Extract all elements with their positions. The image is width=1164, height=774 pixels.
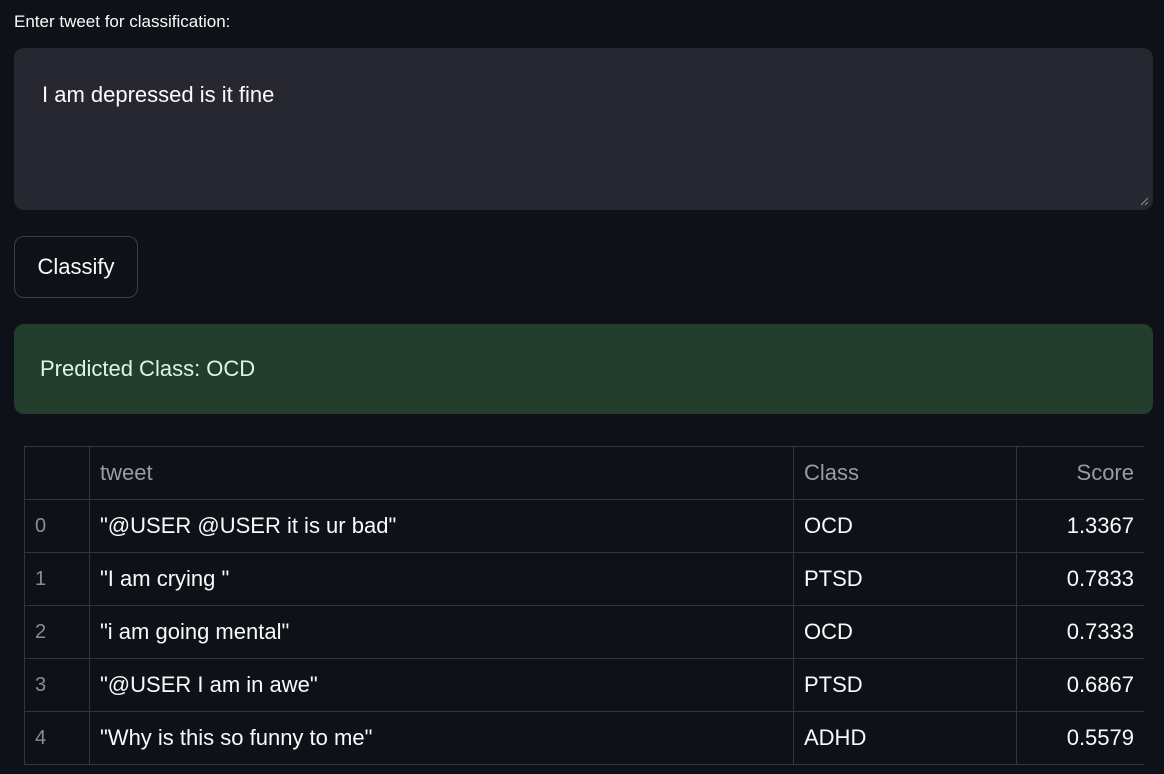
table-row[interactable]: 0 "@USER @USER it is ur bad" OCD 1.3367 (24, 499, 1144, 553)
results-table: tweet Class Score 0 "@USER @USER it is u… (24, 446, 1144, 765)
table-header-row: tweet Class Score (24, 446, 1144, 500)
row-index: 1 (24, 552, 90, 606)
header-class[interactable]: Class (793, 446, 1017, 500)
row-index: 0 (24, 499, 90, 553)
tweet-input-label: Enter tweet for classification: (14, 12, 231, 31)
resize-grip-icon[interactable] (1139, 196, 1149, 206)
results-table-container[interactable]: tweet Class Score 0 "@USER @USER it is u… (24, 446, 1144, 774)
row-class[interactable]: OCD (793, 499, 1017, 553)
table-row[interactable]: 2 "i am going mental" OCD 0.7333 (24, 605, 1144, 659)
row-class[interactable]: PTSD (793, 658, 1017, 712)
row-index: 2 (24, 605, 90, 659)
classify-button[interactable]: Classify (14, 236, 138, 298)
prediction-result-text: Predicted Class: OCD (40, 356, 256, 381)
table-row[interactable]: 3 "@USER I am in awe" PTSD 0.6867 (24, 658, 1144, 712)
app-root: Enter tweet for classification: Classify… (0, 0, 1164, 774)
row-class[interactable]: PTSD (793, 552, 1017, 606)
table-row[interactable]: 4 "Why is this so funny to me" ADHD 0.55… (24, 711, 1144, 765)
tweet-textarea-container (14, 48, 1153, 210)
tweet-textarea[interactable] (14, 48, 1153, 210)
row-tweet[interactable]: "@USER @USER it is ur bad" (89, 499, 794, 553)
row-score[interactable]: 0.7833 (1016, 552, 1144, 606)
row-tweet[interactable]: "@USER I am in awe" (89, 658, 794, 712)
row-class[interactable]: ADHD (793, 711, 1017, 765)
row-index: 3 (24, 658, 90, 712)
row-index: 4 (24, 711, 90, 765)
row-score[interactable]: 0.6867 (1016, 658, 1144, 712)
row-score[interactable]: 0.7333 (1016, 605, 1144, 659)
header-score[interactable]: Score (1016, 446, 1144, 500)
prediction-result-alert: Predicted Class: OCD (14, 324, 1153, 414)
row-class[interactable]: OCD (793, 605, 1017, 659)
row-score[interactable]: 1.3367 (1016, 499, 1144, 553)
row-tweet[interactable]: "I am crying " (89, 552, 794, 606)
header-tweet[interactable]: tweet (89, 446, 794, 500)
row-tweet[interactable]: "i am going mental" (89, 605, 794, 659)
row-score[interactable]: 0.5579 (1016, 711, 1144, 765)
header-index[interactable] (24, 446, 90, 500)
table-row[interactable]: 1 "I am crying " PTSD 0.7833 (24, 552, 1144, 606)
row-tweet[interactable]: "Why is this so funny to me" (89, 711, 794, 765)
